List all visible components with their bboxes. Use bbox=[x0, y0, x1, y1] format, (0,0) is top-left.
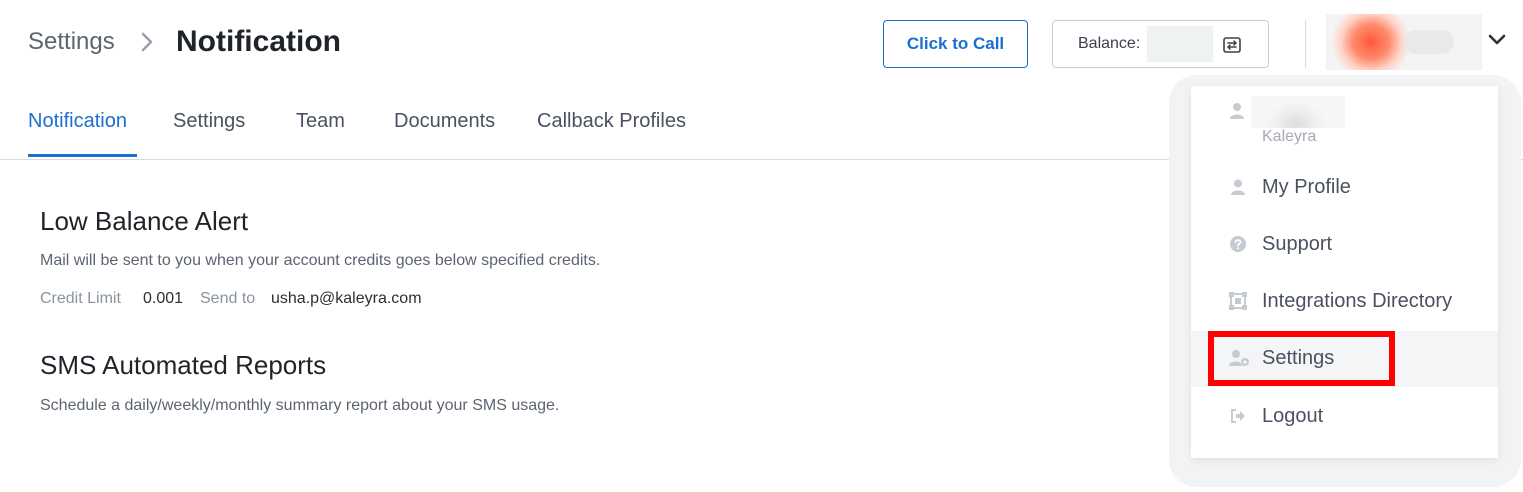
credit-limit-value: 0.001 bbox=[143, 290, 184, 307]
click-to-call-button[interactable]: Click to Call bbox=[883, 20, 1028, 68]
chevron-right-icon bbox=[141, 32, 153, 52]
menu-item-label: My Profile bbox=[1262, 176, 1351, 198]
tab-documents[interactable]: Documents bbox=[394, 110, 495, 133]
logout-icon bbox=[1231, 409, 1245, 423]
balance-label: Balance: bbox=[1078, 35, 1141, 52]
avatar[interactable] bbox=[1326, 14, 1482, 70]
user-org: Kaleyra bbox=[1262, 128, 1317, 145]
menu-item-logout[interactable]: Logout bbox=[1191, 389, 1498, 445]
menu-item-label: Logout bbox=[1262, 405, 1324, 427]
sms-reports-description: Schedule a daily/weekly/monthly summary … bbox=[40, 397, 560, 414]
user-name-redacted bbox=[1251, 96, 1345, 128]
send-to-label: Send to bbox=[200, 290, 256, 307]
send-to-value: usha.p@kaleyra.com bbox=[271, 290, 422, 307]
recharge-icon[interactable] bbox=[1221, 34, 1243, 56]
sms-reports-title: SMS Automated Reports bbox=[40, 350, 327, 380]
active-tab-indicator bbox=[28, 154, 137, 157]
page-title: Notification bbox=[176, 25, 341, 58]
menu-item-my-profile[interactable]: My Profile bbox=[1191, 160, 1498, 216]
tab-team[interactable]: Team bbox=[296, 110, 345, 133]
breadcrumb-parent[interactable]: Settings bbox=[28, 28, 115, 56]
header-divider bbox=[1305, 20, 1306, 68]
low-balance-description: Mail will be sent to you when your accou… bbox=[40, 252, 601, 269]
balance-box: Balance: bbox=[1052, 20, 1269, 68]
user-icon bbox=[1231, 179, 1245, 195]
user-dropdown-menu: Kaleyra My Profile Support Integrations … bbox=[1191, 86, 1498, 458]
menu-item-label: Integrations Directory bbox=[1262, 290, 1453, 312]
balance-value-redacted bbox=[1147, 26, 1213, 62]
settings-highlight-box bbox=[1208, 331, 1395, 386]
menu-item-integrations-directory[interactable]: Integrations Directory bbox=[1191, 274, 1498, 330]
user-icon bbox=[1230, 103, 1244, 119]
integrations-icon bbox=[1229, 292, 1247, 310]
menu-item-support[interactable]: Support bbox=[1191, 217, 1498, 273]
tab-settings[interactable]: Settings bbox=[173, 110, 245, 133]
username-redacted bbox=[1404, 30, 1454, 54]
menu-item-label: Support bbox=[1262, 233, 1333, 255]
tab-notification[interactable]: Notification bbox=[28, 110, 127, 133]
credit-limit-label: Credit Limit bbox=[40, 290, 121, 307]
chevron-down-icon[interactable] bbox=[1487, 33, 1507, 47]
tab-callback-profiles[interactable]: Callback Profiles bbox=[537, 110, 686, 133]
help-icon bbox=[1230, 236, 1246, 252]
low-balance-title: Low Balance Alert bbox=[40, 206, 249, 236]
